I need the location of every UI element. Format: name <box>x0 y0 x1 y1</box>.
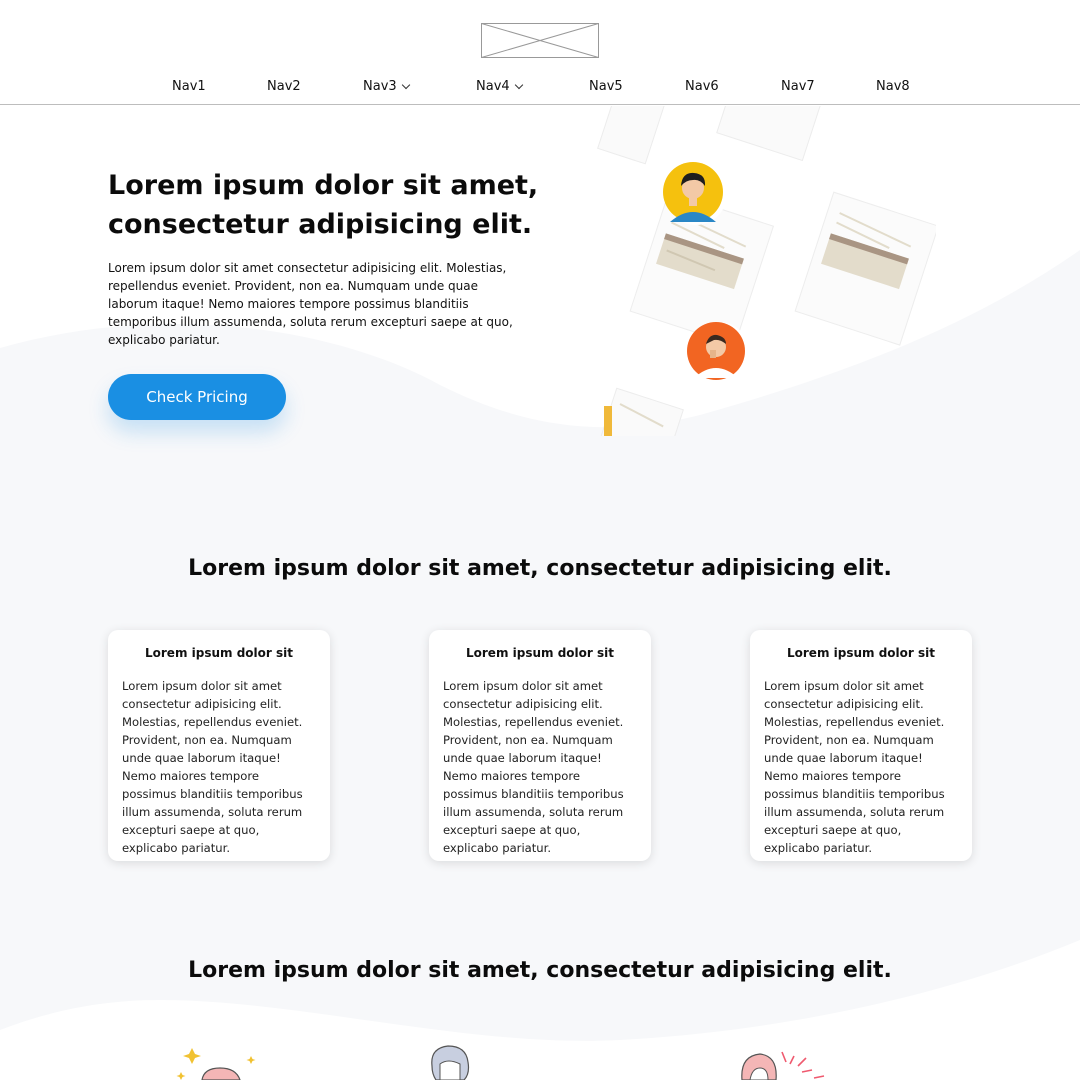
nav-item-1[interactable]: Nav1 <box>172 76 206 96</box>
document-icon <box>716 106 825 162</box>
hero-description: Lorem ipsum dolor sit amet consectetur a… <box>108 261 513 347</box>
chevron-down-icon <box>401 80 410 89</box>
nav-item-8[interactable]: Nav8 <box>876 76 910 96</box>
avatar-icon <box>687 322 750 384</box>
header-divider <box>0 104 1080 105</box>
feature-card: Lorem ipsum dolor sit Lorem ipsum dolor … <box>108 630 330 861</box>
card-title: Lorem ipsum dolor sit <box>145 646 293 660</box>
person-icon <box>176 1048 256 1080</box>
feature-card: Lorem ipsum dolor sit Lorem ipsum dolor … <box>750 630 972 861</box>
nav-label: Nav7 <box>781 78 815 94</box>
hero-illustration <box>597 106 936 436</box>
nav-label: Nav1 <box>172 78 206 94</box>
nav-label: Nav4 <box>476 78 510 94</box>
main-nav: Nav1 Nav2 Nav3 Nav4 Nav5 Nav6 Nav7 Nav8 <box>0 76 1080 96</box>
check-pricing-button[interactable]: Check Pricing <box>108 374 286 420</box>
feature-card: Lorem ipsum dolor sit Lorem ipsum dolor … <box>429 630 651 861</box>
document-icon <box>597 106 674 165</box>
testimonials-title: Lorem ipsum dolor sit amet, consectetur … <box>188 958 892 983</box>
nav-label: Nav5 <box>589 78 623 94</box>
person-icon <box>741 1051 825 1080</box>
nav-label: Nav2 <box>267 78 301 94</box>
nav-item-2[interactable]: Nav2 <box>267 76 301 96</box>
card-title: Lorem ipsum dolor sit <box>466 646 614 660</box>
testimonial-illustrations <box>176 1045 825 1080</box>
nav-label: Nav6 <box>685 78 719 94</box>
features-title: Lorem ipsum dolor sit amet, consectetur … <box>188 556 892 581</box>
site-header: Nav1 Nav2 Nav3 Nav4 Nav5 Nav6 Nav7 Nav8 <box>0 0 1080 106</box>
nav-label: Nav3 <box>363 78 397 94</box>
card-text: Lorem ipsum dolor sit amet consectetur a… <box>443 679 624 855</box>
card-text: Lorem ipsum dolor sit amet consectetur a… <box>122 679 303 855</box>
nav-item-4[interactable]: Nav4 <box>476 76 523 96</box>
card-text: Lorem ipsum dolor sit amet consectetur a… <box>764 679 945 855</box>
nav-item-3[interactable]: Nav3 <box>363 76 410 96</box>
nav-item-7[interactable]: Nav7 <box>781 76 815 96</box>
nav-item-6[interactable]: Nav6 <box>685 76 719 96</box>
chevron-down-icon <box>514 80 523 89</box>
hero-title: Lorem ipsum dolor sit amet, consectetur … <box>108 170 539 240</box>
logo-placeholder-icon[interactable] <box>481 23 599 58</box>
nav-label: Nav8 <box>876 78 910 94</box>
document-icon <box>794 191 936 346</box>
nav-item-5[interactable]: Nav5 <box>589 76 623 96</box>
landing-page: Nav1 Nav2 Nav3 Nav4 Nav5 Nav6 Nav7 Nav8 … <box>0 0 1080 1080</box>
card-title: Lorem ipsum dolor sit <box>787 646 935 660</box>
person-icon <box>431 1045 470 1080</box>
